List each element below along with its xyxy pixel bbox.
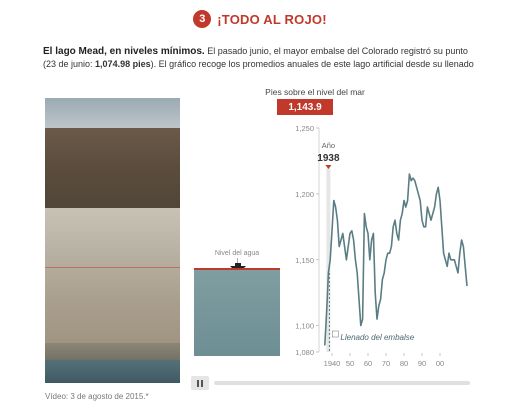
pause-button[interactable] bbox=[191, 376, 209, 390]
current-year-value: 1938 bbox=[317, 153, 340, 164]
y-tick-label: 1,250 bbox=[295, 124, 314, 133]
lake-mead-video-frame[interactable] bbox=[45, 98, 180, 383]
water-level-label: Nivel del agua bbox=[214, 250, 260, 257]
x-tick-label: 00 bbox=[436, 359, 444, 368]
photo-rock-cliff bbox=[45, 128, 180, 218]
intro-line1: El pasado junio, el mayor embalse del Co… bbox=[204, 46, 468, 56]
lake-level-chart: 1,250 1,200 1,150 1,100 1,080 1940 50 60 70 80 90 0… bbox=[295, 124, 468, 368]
x-tick-label: 60 bbox=[364, 359, 372, 368]
timeline-progress[interactable] bbox=[214, 381, 470, 385]
x-tick-label: 1940 bbox=[324, 359, 341, 368]
annotation-box-icon bbox=[332, 330, 339, 338]
y-tick-label: 1,150 bbox=[295, 256, 314, 265]
intro-line2-post: ). El gráfico recoge los promedios anual… bbox=[150, 59, 474, 69]
step-header: 3 ¡TODO AL ROJO! bbox=[0, 10, 520, 28]
intro-line2-bold: 1,074.98 pies bbox=[95, 59, 151, 69]
intro-text: El lago Mead, en niveles mínimos. El pas… bbox=[43, 45, 513, 71]
intro-lead: El lago Mead, en niveles mínimos. bbox=[43, 46, 205, 57]
photo-level-line bbox=[45, 267, 180, 268]
x-tick-label: 90 bbox=[418, 359, 426, 368]
filling-annotation: Llenado del embalse bbox=[340, 333, 414, 342]
y-tick-label: 1,200 bbox=[295, 190, 314, 199]
y-tick-label: 1,080 bbox=[295, 348, 314, 357]
water-tank bbox=[194, 268, 280, 356]
step-title: ¡TODO AL ROJO! bbox=[217, 11, 327, 27]
x-tick-label: 50 bbox=[346, 359, 354, 368]
x-tick-label: 80 bbox=[400, 359, 408, 368]
gauge-value-box: 1,143.9 bbox=[277, 99, 333, 115]
photo-water bbox=[45, 360, 180, 383]
gauge-title: Pies sobre el nivel del mar bbox=[265, 87, 365, 97]
intro-line2-pre: (23 de junio: bbox=[43, 59, 96, 69]
series-line bbox=[324, 173, 468, 346]
year-axis-label: Año bbox=[322, 141, 335, 150]
pause-icon-bar bbox=[201, 379, 203, 387]
current-year-marker-icon bbox=[325, 165, 332, 169]
video-caption: Vídeo: 3 de agosto de 2015.* bbox=[45, 392, 149, 401]
pause-icon bbox=[197, 379, 199, 387]
x-tick-label: 70 bbox=[382, 359, 390, 368]
y-tick-label: 1,100 bbox=[295, 322, 314, 331]
step-number-badge: 3 bbox=[193, 10, 212, 28]
